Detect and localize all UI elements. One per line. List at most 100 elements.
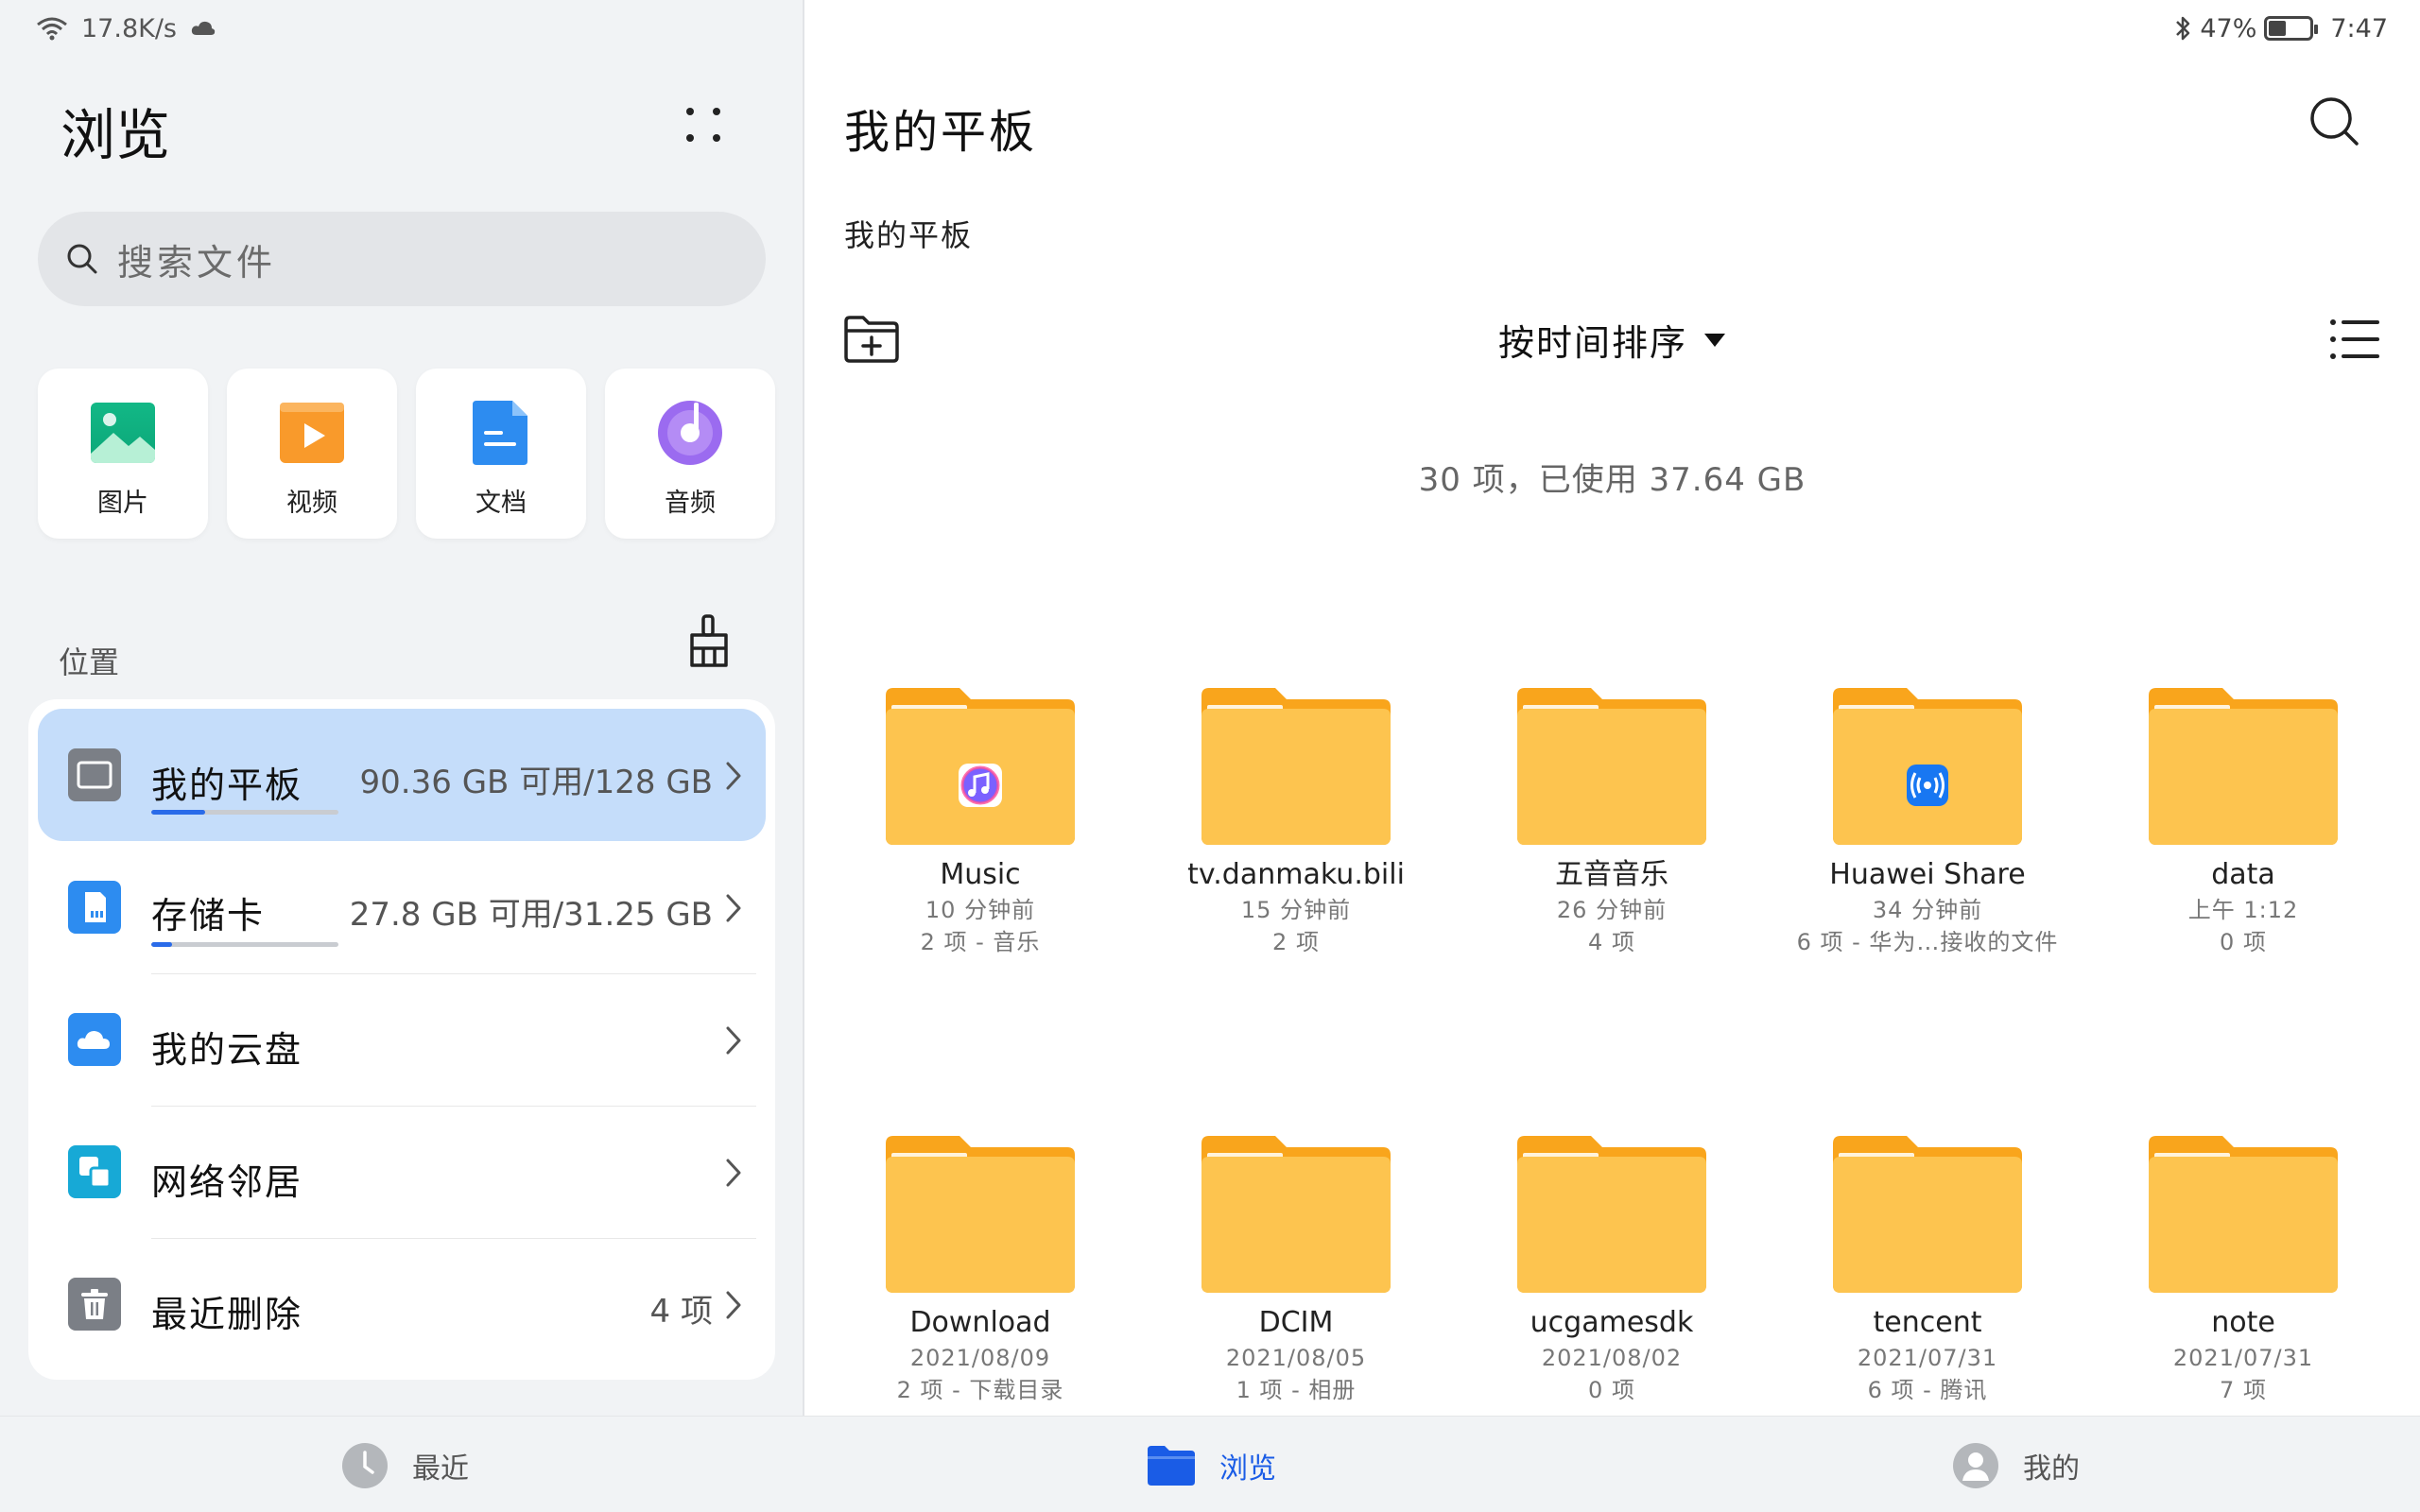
folder-modified: 10 分钟前: [925, 897, 1036, 923]
folder-modified: 2021/08/09: [909, 1345, 1051, 1371]
trash-icon: [68, 1278, 121, 1331]
huawei-share-badge-icon: [1907, 765, 1948, 806]
sort-label: 按时间排序: [1498, 322, 1688, 364]
folder-thumbnail: [2092, 1134, 2394, 1297]
folder-details: 0 项: [2220, 929, 2267, 955]
image-icon: [91, 403, 155, 463]
search-placeholder: 搜索文件: [117, 241, 277, 284]
locations-list: 我的平板 90.36 GB 可用/128 GB 存储卡 27.8 GB 可用/3…: [28, 699, 775, 1380]
folder-item[interactable]: Music 10 分钟前 2 项 - 音乐: [829, 686, 1132, 958]
search-input[interactable]: 搜索文件: [38, 212, 766, 306]
category-label: 音频: [665, 489, 716, 518]
clock-icon: [342, 1443, 388, 1488]
folder-details: 1 项 - 相册: [1236, 1377, 1357, 1403]
nav-label: 我的: [2023, 1452, 2080, 1486]
list-view-icon[interactable]: [2328, 318, 2381, 361]
folder-thumbnail: [829, 686, 1132, 849]
folder-modified: 2021/07/31: [1857, 1345, 1998, 1371]
category-audio[interactable]: 音频: [605, 369, 775, 539]
folder-item[interactable]: Huawei Share 34 分钟前 6 项 - 华为…接收的文件: [1776, 686, 2079, 958]
location-cloud-drive[interactable]: 我的云盘: [38, 973, 766, 1106]
folder-icon: [1833, 688, 2022, 845]
folder-name: tv.danmaku.bili: [1187, 858, 1405, 891]
nav-recent[interactable]: 最近: [340, 1441, 469, 1490]
chevron-right-icon: [726, 1291, 741, 1319]
tablet-icon: [68, 748, 121, 801]
breadcrumb[interactable]: 我的平板: [844, 212, 973, 255]
more-options-icon[interactable]: [679, 100, 728, 149]
folder-icon: [1201, 1136, 1391, 1293]
folder-modified: 2021/07/31: [2172, 1345, 2314, 1371]
sort-dropdown[interactable]: 按时间排序: [1498, 314, 1726, 366]
new-folder-icon[interactable]: [842, 314, 901, 365]
location-name: 网络邻居: [151, 1161, 303, 1203]
page-title: 我的平板: [844, 106, 1038, 159]
folder-details: 2 项: [1272, 929, 1320, 955]
category-images[interactable]: 图片: [38, 369, 208, 539]
sidebar-pane: 17.8K/s 浏览 搜索文件 图片 视频 文档 音频 位置 我的平板 90.3…: [0, 0, 804, 1416]
folder-name: data: [2211, 858, 2275, 891]
network-icon: [68, 1145, 121, 1198]
storage-usage-fill: [151, 942, 172, 947]
folder-item[interactable]: DCIM 2021/08/05 1 项 - 相册: [1145, 1134, 1447, 1406]
bottom-navigation: 最近 浏览 我的: [0, 1416, 2420, 1512]
main-pane: 47% 7:47 我的平板 我的平板 按时间排序 30 项，已使用 37.64 …: [804, 0, 2420, 1416]
location-capacity: 27.8 GB 可用/31.25 GB: [349, 896, 713, 934]
folder-item[interactable]: data 上午 1:12 0 项: [2092, 686, 2394, 958]
dropdown-arrow-icon: [1704, 333, 1726, 347]
video-icon: [280, 403, 344, 463]
nav-browse[interactable]: 浏览: [1146, 1441, 1276, 1490]
search-icon[interactable]: [2308, 94, 2364, 151]
location-sd-card[interactable]: 存储卡 27.8 GB 可用/31.25 GB: [38, 841, 766, 973]
location-item-count: 4 项: [649, 1293, 713, 1331]
folder-icon: [2149, 1136, 2338, 1293]
bluetooth-icon: [2176, 16, 2190, 41]
cloud-status-icon: [191, 21, 216, 35]
folder-modified: 34 分钟前: [1872, 897, 1983, 923]
category-label: 视频: [286, 489, 337, 518]
category-videos[interactable]: 视频: [227, 369, 397, 539]
folder-modified: 上午 1:12: [2187, 897, 2299, 923]
battery-icon: [2264, 16, 2319, 41]
folder-item[interactable]: tencent 2021/07/31 6 项 - 腾讯: [1776, 1134, 2079, 1406]
music-badge-icon: [959, 764, 1002, 807]
nav-label: 浏览: [1219, 1452, 1276, 1486]
folder-item[interactable]: ucgamesdk 2021/08/02 0 项: [1461, 1134, 1763, 1406]
folder-name: 五音音乐: [1555, 858, 1668, 891]
location-name: 我的云盘: [151, 1029, 303, 1071]
location-name: 存储卡: [151, 895, 266, 936]
location-capacity: 90.36 GB 可用/128 GB: [359, 764, 713, 801]
location-my-tablet[interactable]: 我的平板 90.36 GB 可用/128 GB: [38, 709, 766, 841]
location-name: 最近删除: [151, 1294, 303, 1335]
location-network-neighborhood[interactable]: 网络邻居: [38, 1106, 766, 1238]
location-recently-deleted[interactable]: 最近删除 4 项: [38, 1238, 766, 1370]
folder-modified: 26 分钟前: [1556, 897, 1668, 923]
chevron-right-icon: [726, 894, 741, 922]
folder-icon: [886, 688, 1075, 845]
sd-card-icon: [68, 881, 121, 934]
folder-details: 6 项 - 华为…接收的文件: [1796, 929, 2059, 955]
storage-summary: 30 项，已使用 37.64 GB: [1418, 461, 1806, 499]
folder-item[interactable]: Download 2021/08/09 2 项 - 下载目录: [829, 1134, 1132, 1406]
folder-name: Download: [909, 1306, 1051, 1339]
clean-broom-icon[interactable]: [683, 612, 735, 669]
folder-details: 2 项 - 音乐: [920, 929, 1041, 955]
folder-item[interactable]: note 2021/07/31 7 项: [2092, 1134, 2394, 1406]
category-documents[interactable]: 文档: [416, 369, 586, 539]
folder-icon: [886, 1136, 1075, 1293]
battery-percent: 47%: [2200, 13, 2257, 43]
profile-icon: [1953, 1443, 1998, 1488]
chevron-right-icon: [726, 1026, 741, 1055]
chevron-right-icon: [726, 762, 741, 790]
nav-profile[interactable]: 我的: [1951, 1441, 2080, 1490]
wifi-icon: [37, 17, 67, 41]
folder-details: 0 项: [1588, 1377, 1635, 1403]
folder-icon: [1148, 1446, 1195, 1486]
folder-details: 6 项 - 腾讯: [1867, 1377, 1988, 1403]
folder-item[interactable]: 五音音乐 26 分钟前 4 项: [1461, 686, 1763, 958]
search-icon: [67, 244, 97, 274]
folder-thumbnail: [829, 1134, 1132, 1297]
status-bar-right: 47% 7:47: [2173, 9, 2388, 47]
folder-item[interactable]: tv.danmaku.bili 15 分钟前 2 项: [1145, 686, 1447, 958]
folder-icon: [2149, 688, 2338, 845]
